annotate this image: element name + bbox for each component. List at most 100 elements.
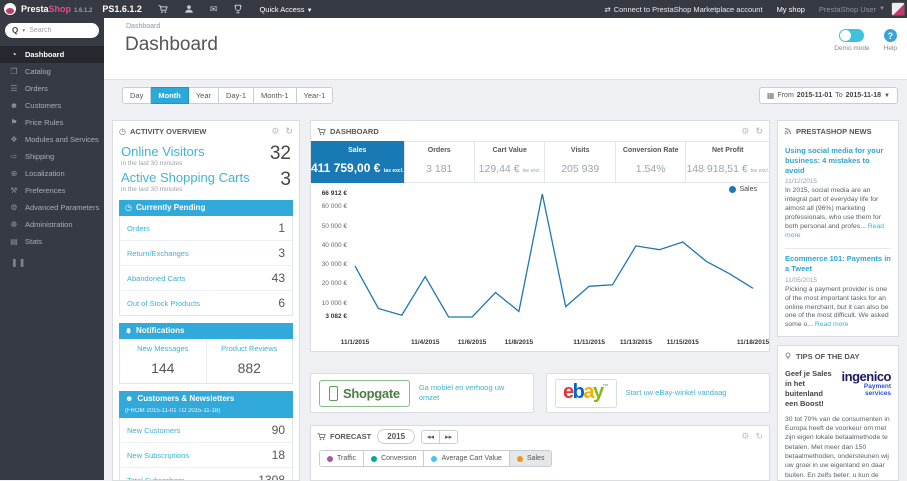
search-input[interactable] — [29, 27, 92, 34]
active-carts-link[interactable]: Active Shopping Carts — [121, 170, 291, 185]
product-reviews-cell[interactable]: Product Reviews 882 — [206, 339, 293, 383]
news-article-title[interactable]: Using social media for your business: 4 … — [785, 146, 891, 175]
sidebar-item-orders[interactable]: ☰Orders — [0, 80, 104, 97]
range-day-1-button[interactable]: Day-1 — [219, 87, 254, 104]
metric-tabs: Sales411 759,00 € tax excl. Orders3 181 … — [311, 141, 769, 183]
help-button[interactable]: ? — [884, 29, 897, 42]
tab-orders[interactable]: Orders3 181 — [405, 142, 475, 182]
sidebar-item-shipping[interactable]: ⇨Shipping — [0, 148, 104, 165]
read-more-link[interactable]: Read more — [815, 321, 849, 328]
sidebar-item-administration[interactable]: ☸Administration — [0, 216, 104, 233]
date-picker-button[interactable]: ▦ From2015-11-01 To2015-11-18 ▼ — [759, 87, 898, 104]
ebay-ad: ebay™ Start uw eBay-winkel vandaag — [546, 373, 770, 413]
refresh-icon[interactable]: ↻ — [285, 126, 293, 137]
online-visitors-link[interactable]: Online Visitors — [121, 144, 291, 159]
x-axis-tick: 11/8/2015 — [505, 339, 534, 346]
range-month-1-button[interactable]: Month-1 — [254, 87, 297, 104]
shipping-icon: ⇨ — [9, 152, 19, 161]
total-subscribers-row[interactable]: Total Subscribers1308 — [120, 468, 292, 481]
tips-of-the-day-panel: TIPS OF THE DAY ingenico Payment service… — [777, 345, 899, 481]
sales-dot-icon — [517, 456, 523, 462]
help-label: Help — [884, 45, 897, 52]
sidebar-item-stats[interactable]: ▤Stats — [0, 233, 104, 250]
next-year-button[interactable]: ▸▸ — [439, 431, 457, 443]
gear-icon[interactable]: ⚙ — [741, 431, 749, 442]
pending-orders-row[interactable]: Orders1 — [120, 216, 292, 241]
range-year-button[interactable]: Year — [189, 87, 219, 104]
my-shop-link[interactable]: My shop — [777, 5, 805, 14]
calendar-icon: ▦ — [767, 91, 775, 100]
chevron-down-icon: ▼ — [879, 6, 885, 12]
legend-traffic-button[interactable]: Traffic — [319, 450, 364, 467]
tab-cart-value[interactable]: Cart Value129,44 € tax excl. — [475, 142, 545, 182]
forecast-year: 2015 — [377, 429, 415, 444]
quick-access-menu[interactable]: Quick Access ▼ — [259, 5, 312, 14]
sidebar-item-dashboard[interactable]: ◔Dashboard — [0, 46, 104, 63]
new-subscriptions-row[interactable]: New Subscriptions18 — [120, 443, 292, 468]
ingenico-logo[interactable]: ingenico Payment services — [842, 370, 891, 398]
previous-year-button[interactable]: ◂◂ — [422, 431, 439, 443]
lightbulb-icon — [784, 352, 792, 360]
x-axis-tick: 11/18/2015 — [737, 339, 769, 346]
range-day-button[interactable]: Day — [122, 87, 151, 104]
sidebar-item-catalog[interactable]: ❒Catalog — [0, 63, 104, 80]
sidebar-item-price-rules[interactable]: ⚑Price Rules — [0, 114, 104, 131]
refresh-icon[interactable]: ↻ — [755, 431, 763, 442]
ebay-link[interactable]: Start uw eBay-winkel vandaag — [626, 388, 727, 398]
sidebar-item-advanced-parameters[interactable]: ⚙Advanced Parameters — [0, 199, 104, 216]
abandoned-carts-row[interactable]: Abandoned Carts43 — [120, 266, 292, 291]
range-year-1-button[interactable]: Year-1 — [297, 87, 334, 104]
user-icon[interactable] — [184, 4, 194, 14]
cart-icon[interactable] — [158, 4, 168, 14]
search-icon: Q — [12, 26, 18, 35]
tab-visits[interactable]: Visits205 939 — [545, 142, 615, 182]
stats-icon: ▤ — [9, 237, 19, 246]
x-axis-tick: 11/13/2015 — [620, 339, 652, 346]
user-menu[interactable]: PrestaShop User ▼ — [819, 2, 905, 16]
legend-conversion-button[interactable]: Conversion — [364, 450, 424, 467]
avatar — [891, 2, 905, 16]
prestashop-logo — [4, 3, 16, 15]
ebay-logo: ebay™ — [555, 379, 617, 408]
trophy-icon[interactable] — [233, 4, 243, 14]
news-article-title[interactable]: Ecommerce 101: Payments in a Tweet — [785, 254, 891, 274]
currently-pending-section: ◷Currently Pending Orders1 Return/Exchan… — [119, 200, 293, 316]
out-of-stock-row[interactable]: Out of Stock Products6 — [120, 291, 292, 315]
chevron-down-icon: ▼ — [884, 93, 890, 99]
sidebar-search[interactable]: Q ▼ — [5, 23, 99, 38]
gear-icon[interactable]: ⚙ — [741, 126, 749, 137]
tab-net-profit[interactable]: Net Profit148 918,51 € tax excl. — [686, 142, 769, 182]
tab-sales[interactable]: Sales411 759,00 € tax excl. — [311, 141, 405, 183]
sidebar-item-preferences[interactable]: ⚒Preferences — [0, 182, 104, 199]
search-scope-caret[interactable]: ▼ — [21, 28, 26, 34]
activity-overview-panel: ◷ ACTIVITY OVERVIEW ⚙↻ Online Visitors i… — [112, 120, 300, 481]
new-customers-row[interactable]: New Customers90 — [120, 418, 292, 443]
collapse-sidebar-button[interactable]: ❚❚ — [11, 258, 104, 267]
shopgate-link[interactable]: Ga mobiel en verhoog uw omzet — [419, 383, 525, 403]
customers-icon: ☻ — [125, 394, 133, 403]
orders-icon: ☰ — [9, 84, 19, 93]
marketplace-link[interactable]: ⇄Connect to PrestaShop Marketplace accou… — [604, 5, 762, 14]
brand-wordmark: PrestaShop1.6.1.2 — [21, 4, 92, 14]
news-article: Using social media for your business: 4 … — [785, 146, 891, 241]
cart-icon — [317, 127, 326, 136]
demo-mode-toggle[interactable] — [839, 29, 864, 42]
new-messages-cell[interactable]: New Messages 144 — [120, 339, 206, 383]
news-article-date: 11/05/2015 — [785, 277, 891, 284]
legend-average-cart-value-button[interactable]: Average Cart Value — [424, 450, 509, 467]
page-title: Dashboard — [125, 34, 218, 56]
refresh-icon[interactable]: ↻ — [755, 126, 763, 137]
sidebar-item-localization[interactable]: ⊕Localization — [0, 165, 104, 182]
pending-returns-row[interactable]: Return/Exchanges3 — [120, 241, 292, 266]
sidebar-item-modules[interactable]: ❖Modules and Services — [0, 131, 104, 148]
forecast-panel-title: FORECAST — [330, 432, 371, 441]
legend-sales-button[interactable]: Sales — [510, 450, 553, 467]
sidebar-item-customers[interactable]: ☻Customers — [0, 97, 104, 114]
tab-conversion-rate[interactable]: Conversion Rate1.54% — [616, 142, 686, 182]
y-axis-tick: 40 000 € — [311, 242, 347, 249]
top-bar: PrestaShop1.6.1.2 PS1.6.1.2 ✉ Quick Acce… — [0, 0, 907, 18]
breadcrumb[interactable]: Dashboard — [126, 23, 160, 30]
range-month-button[interactable]: Month — [151, 87, 189, 104]
gear-icon[interactable]: ⚙ — [271, 126, 279, 137]
messages-icon[interactable]: ✉ — [210, 5, 218, 14]
